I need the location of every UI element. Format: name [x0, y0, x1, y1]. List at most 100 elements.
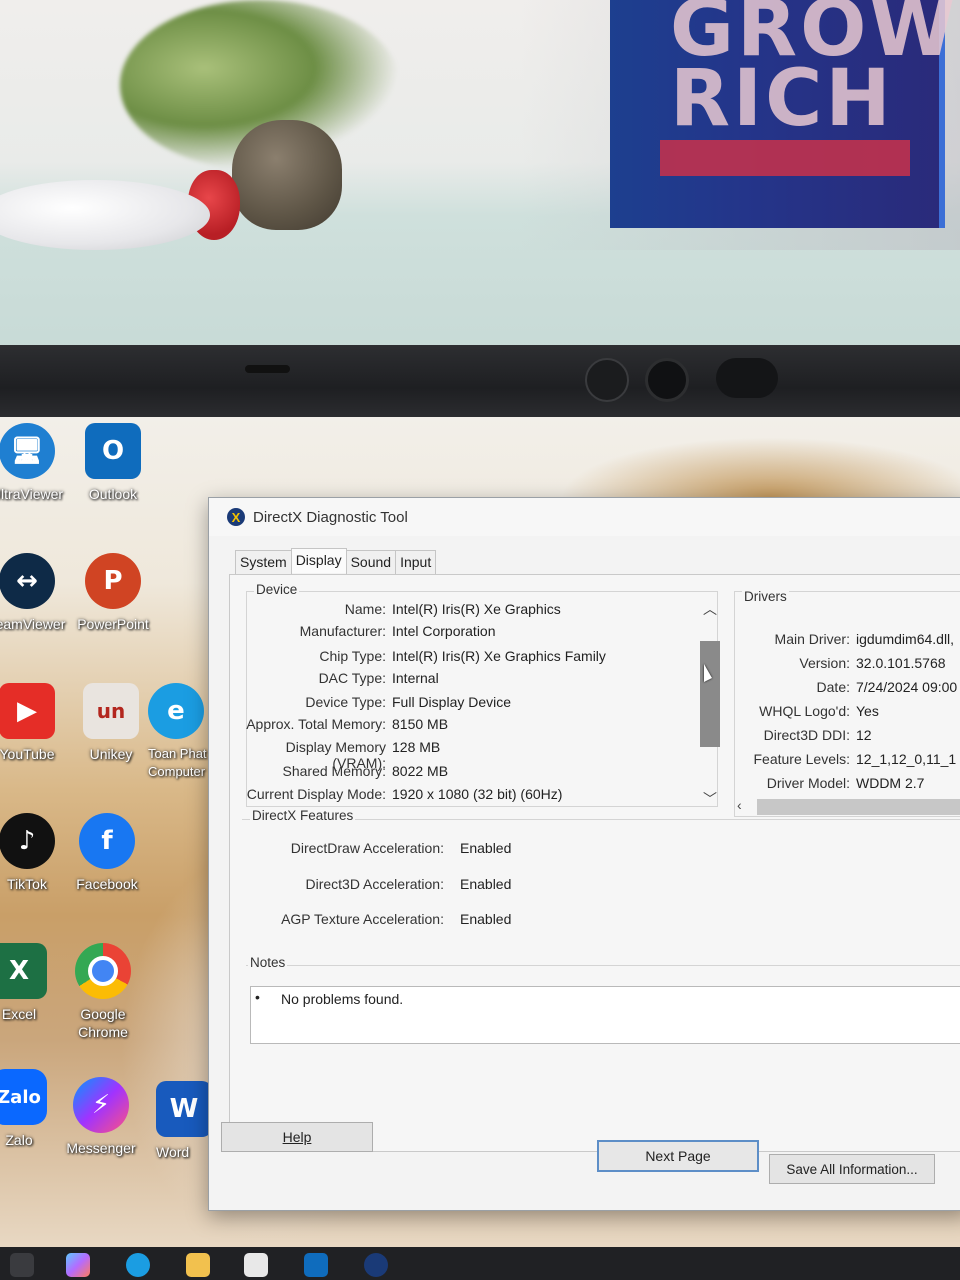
desktop-icon-facebook[interactable]: f Facebook [62, 813, 152, 893]
device-value: 1920 x 1080 (32 bit) (60Hz) [392, 786, 563, 802]
driver-value: 12 [856, 727, 872, 743]
copilot-icon[interactable] [66, 1253, 90, 1277]
driver-value: 7/24/2024 09:00 [856, 679, 958, 695]
title-bar[interactable]: X DirectX Diagnostic Tool [209, 498, 960, 536]
chevron-left-icon[interactable]: ‹ [737, 797, 742, 813]
device-key: Shared Memory: [282, 763, 386, 779]
device-row: Manufacturer: Intel Corporation [230, 623, 690, 639]
chevron-up-icon[interactable]: ︿ [700, 599, 720, 617]
mail-icon[interactable] [304, 1253, 328, 1277]
file-explorer-icon[interactable] [186, 1253, 210, 1277]
device-row: Approx. Total Memory: 8150 MB [230, 716, 690, 732]
device-value: Full Display Device [392, 694, 512, 710]
desktop-icon-excel[interactable]: X Excel [0, 943, 64, 1023]
driver-value: 32.0.101.5768 [856, 655, 946, 671]
feature-key: DirectDraw Acceleration: [290, 840, 444, 856]
feature-row: AGP Texture Acceleration: Enabled [246, 911, 511, 927]
desktop-icon-teamviewer[interactable]: ↔ TeamViewer [0, 553, 72, 633]
desktop-icon-label: Messenger [66, 1140, 136, 1156]
feature-value: Enabled [460, 876, 512, 892]
camera-shutter [716, 358, 778, 398]
drivers-scrollbar[interactable]: ‹ [735, 797, 960, 815]
driver-key: Direct3D DDI: [763, 727, 850, 743]
desktop-icon-messenger[interactable]: ⚡ Messenger [56, 1077, 146, 1157]
desktop-icon-outlook[interactable]: O Outlook [68, 423, 158, 503]
word-icon: W [156, 1081, 212, 1137]
desktop-icon-chrome[interactable]: Google Chrome [58, 943, 148, 1041]
desktop-icon-label: YouTube [0, 746, 55, 762]
directx-icon: X [227, 508, 245, 526]
driver-row: WHQL Logo'd: Yes [738, 703, 960, 719]
driver-key: Feature Levels: [753, 751, 851, 767]
driver-value: 12_1,12_0,11_1 [856, 751, 957, 767]
desktop-icon-powerpoint[interactable]: P PowerPoint [68, 553, 158, 633]
feature-value: Enabled [460, 840, 512, 856]
device-scrollbar[interactable]: ︿ ﹀ [700, 599, 720, 807]
outlook-icon: O [85, 423, 141, 479]
device-key: DAC Type: [318, 670, 386, 686]
chrome-icon [75, 943, 131, 999]
feature-row: DirectDraw Acceleration: Enabled [246, 840, 512, 856]
store-icon[interactable] [244, 1253, 268, 1277]
driver-row: Feature Levels: 12_1,12_0,11_1 [738, 751, 960, 767]
desktop-icon-ultraviewer[interactable]: 🖥 UltraViewer [0, 423, 72, 503]
edge-icon[interactable] [126, 1253, 150, 1277]
device-key: Current Display Mode: [246, 786, 386, 802]
device-value: Intel Corporation [392, 623, 496, 639]
task-view-icon[interactable] [10, 1253, 34, 1277]
tab-input[interactable]: Input [395, 550, 437, 575]
unikey-icon: un [83, 683, 139, 739]
teamviewer-icon: ↔ [0, 553, 55, 609]
notes-bullet: • [255, 989, 260, 1005]
help-button-label: Help [282, 1129, 312, 1145]
driver-value: Yes [856, 703, 879, 719]
dxdiag-window: X DirectX Diagnostic Tool System Display… [208, 497, 960, 1211]
ultraviewer-icon: 🖥 [0, 423, 55, 479]
desktop-icon-word[interactable]: W Word [156, 1081, 212, 1161]
device-key: Manufacturer: [299, 623, 386, 639]
tab-sound[interactable]: Sound [345, 550, 397, 575]
device-value: Intel(R) Iris(R) Xe Graphics Family [392, 648, 606, 664]
next-page-button[interactable]: Next Page [597, 1140, 759, 1172]
computer-mouse [0, 180, 210, 250]
tab-display[interactable]: Display [290, 548, 347, 573]
device-key: Approx. Total Memory: [246, 716, 386, 732]
driver-row: Direct3D DDI: 12 [738, 727, 960, 743]
book-band [660, 140, 910, 176]
youtube-icon: ▶ [0, 683, 55, 739]
book-title: GROW RICH [670, 0, 959, 144]
tab-system[interactable]: System [235, 550, 292, 575]
directx-taskbar-icon[interactable] [364, 1253, 388, 1277]
desktop-icon-zalo[interactable]: Zalo Zalo [0, 1069, 64, 1149]
taskbar [0, 1247, 960, 1280]
device-row: Current Display Mode: 1920 x 1080 (32 bi… [230, 786, 690, 802]
driver-row: Main Driver: igdumdim64.dll, [738, 631, 960, 647]
feature-value: Enabled [460, 911, 512, 927]
device-group-label: Device [254, 582, 300, 597]
plant-vase [232, 120, 342, 230]
chevron-down-icon[interactable]: ﹀ [700, 789, 720, 807]
driver-key: WHQL Logo'd: [759, 703, 850, 719]
desktop-icon-toan-phat[interactable]: e Toan Phat Computer [148, 683, 208, 781]
feature-key: AGP Texture Acceleration: [281, 911, 444, 927]
driver-key: Date: [816, 679, 850, 695]
help-button[interactable]: Help [221, 1122, 373, 1152]
feature-row: Direct3D Acceleration: Enabled [246, 876, 511, 892]
notes-textarea[interactable]: • No problems found. [250, 986, 960, 1044]
desktop-icon-unikey[interactable]: un Unikey [66, 683, 156, 763]
scrollbar-thumb[interactable] [757, 799, 960, 815]
device-value: 8150 MB [392, 716, 449, 732]
powerpoint-icon: P [85, 553, 141, 609]
scrollbar-thumb[interactable] [700, 641, 720, 747]
save-all-label: Save All Information... [786, 1161, 918, 1177]
save-all-information-button[interactable]: Save All Information... [769, 1154, 935, 1184]
features-group-label: DirectX Features [250, 808, 356, 823]
device-key: Chip Type: [319, 648, 386, 664]
tab-strip: System Display Sound Input [235, 548, 437, 575]
device-value: 8022 MB [392, 763, 449, 779]
laptop-bezel [0, 345, 960, 417]
next-page-label: Next Page [645, 1148, 711, 1164]
desktop-icon-label: Toan Phat Computer [148, 746, 207, 779]
device-key: Device Type: [305, 694, 386, 710]
desktop-icon-youtube[interactable]: ▶ YouTube [0, 683, 72, 763]
